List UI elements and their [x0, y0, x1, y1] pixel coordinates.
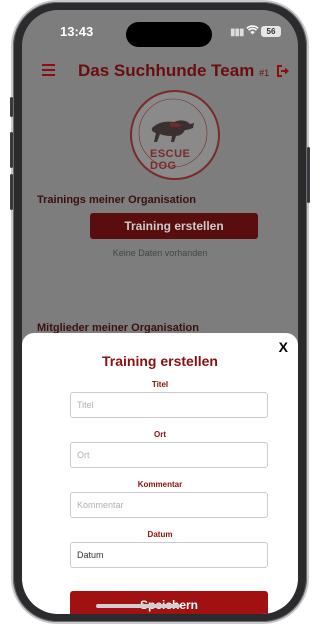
- menu-icon[interactable]: [42, 64, 55, 79]
- battery-icon: 56: [261, 26, 281, 37]
- power-button: [307, 147, 310, 203]
- title-label: Titel: [151, 380, 169, 389]
- trainings-section-title: Trainings meiner Organisation: [37, 194, 196, 206]
- dynamic-island: [126, 22, 212, 47]
- location-input[interactable]: [70, 442, 268, 468]
- location-label: Ort: [154, 430, 166, 439]
- date-label: Datum: [147, 530, 173, 539]
- save-button[interactable]: Speichern: [70, 591, 268, 614]
- team-number: #1: [259, 68, 270, 78]
- status-time: 13:43: [60, 24, 94, 39]
- home-indicator[interactable]: [96, 604, 180, 608]
- app-title-text: Das Suchhunde Team: [78, 61, 255, 80]
- empty-state-text: Keine Daten vorhanden: [112, 248, 208, 258]
- date-input[interactable]: [70, 542, 268, 568]
- logo-text: ESCUE DOG: [150, 148, 191, 172]
- volume-up-button: [10, 132, 13, 168]
- logout-icon[interactable]: [276, 64, 290, 78]
- comment-input[interactable]: [70, 492, 268, 518]
- modal-title: Training erstellen: [102, 353, 218, 369]
- status-bar: 13:43 ▮▮▮ 56: [22, 10, 298, 50]
- app-screen: 13:43 ▮▮▮ 56 Das Suchhunde Team #1 ESCUE…: [22, 10, 298, 614]
- title-input[interactable]: [70, 392, 268, 418]
- action-button: [10, 97, 13, 117]
- signal-icon: ▮▮▮: [230, 27, 244, 38]
- create-training-modal: X Training erstellen Titel Ort Kommentar…: [22, 333, 298, 614]
- app-title: Das Suchhunde Team #1: [78, 61, 269, 81]
- wifi-icon: [246, 24, 259, 38]
- comment-label: Kommentar: [137, 480, 183, 489]
- volume-down-button: [10, 174, 13, 210]
- create-training-button[interactable]: Training erstellen: [90, 213, 258, 239]
- rescue-dog-logo: ESCUE DOG: [130, 90, 220, 180]
